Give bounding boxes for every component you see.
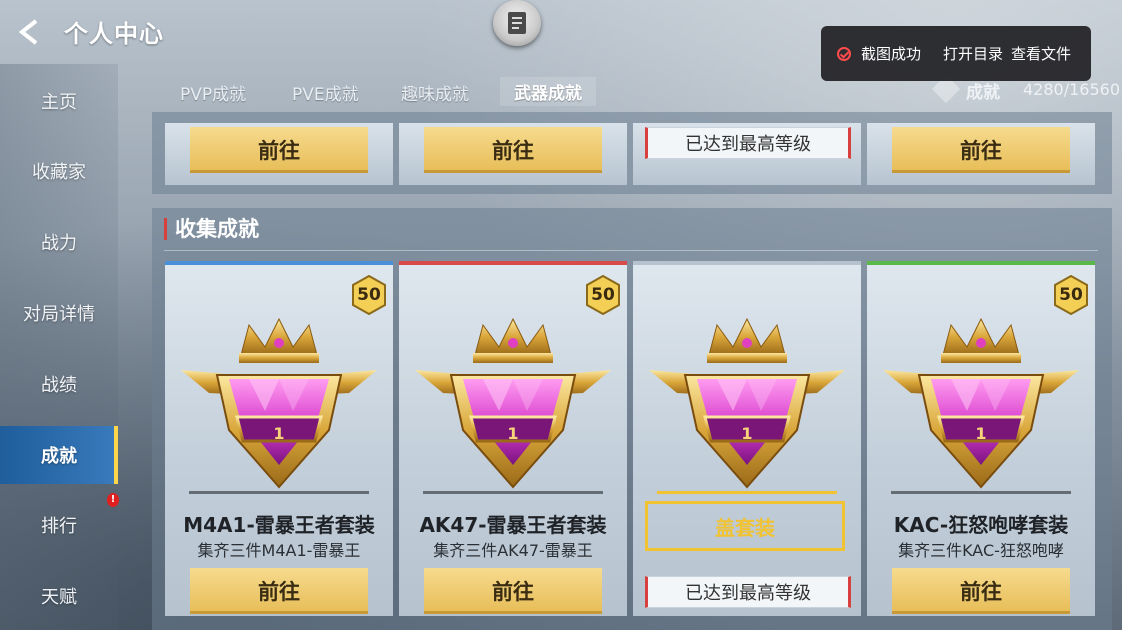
go-button[interactable]: 前往 [190, 568, 368, 614]
top-card: 前往 [165, 123, 393, 185]
alert-badge-icon: ! [107, 493, 119, 507]
card-divider [891, 491, 1071, 494]
view-file-link[interactable]: 查看文件 [1011, 43, 1071, 64]
top-card: 前往 [867, 123, 1095, 185]
top-card: 已达到最高等级 [633, 123, 861, 185]
emblem-level: 1 [975, 424, 987, 443]
notes-icon[interactable] [493, 0, 541, 46]
set-button[interactable]: 盖套装 [645, 501, 845, 551]
tab-weapon[interactable]: 武器成就 [500, 77, 596, 106]
section-divider [164, 250, 1098, 251]
toast-message: 截图成功 [861, 45, 922, 63]
tab-fun[interactable]: 趣味成就 [401, 80, 469, 105]
card-divider [423, 491, 603, 494]
card-description: 集齐三件M4A1-雷暴王 [197, 541, 361, 560]
points-value: 50 [357, 285, 381, 305]
points-badge: 50 [1053, 274, 1089, 316]
emblem-level: 1 [273, 424, 285, 443]
sidebar-item-collector[interactable]: 收藏家 [0, 142, 118, 200]
go-button[interactable]: 前往 [190, 127, 368, 173]
section-title: 收集成就 [164, 218, 259, 240]
emblem-level: 1 [507, 424, 519, 443]
card-description: 集齐三件AK47-雷暴王 [433, 541, 593, 560]
go-button[interactable]: 前往 [424, 127, 602, 173]
achievement-card: 50 1 M4A1-雷暴王者套装集齐三件M4A1-雷暴王前往 [165, 261, 393, 616]
achievement-card: 50 1 AK47-雷暴王者套装集齐三件AK47-雷暴王前往 [399, 261, 627, 616]
tab-pvp[interactable]: PVP成就 [180, 80, 246, 105]
max-level-label: 已达到最高等级 [645, 576, 851, 608]
rank-emblem-icon [647, 315, 847, 495]
rank-emblem-icon [881, 315, 1081, 495]
achievement-label: 成就 [966, 83, 1000, 103]
back-arrow-icon[interactable] [16, 18, 42, 46]
rank-emblem-icon [413, 315, 613, 495]
card-divider [189, 491, 369, 494]
sidebar-item-record[interactable]: 战绩 [0, 355, 118, 413]
success-check-icon [837, 46, 851, 61]
achievement-card: 50 1 KAC-狂怒咆哮套装集齐三件KAC-狂怒咆哮前往 [867, 261, 1095, 616]
achievement-count: 4280/16560 [1023, 80, 1121, 99]
page-title: 个人中心 [64, 20, 164, 48]
top-card: 前往 [399, 123, 627, 185]
rank-emblem-icon [179, 315, 379, 495]
sidebar-item-ranking[interactable]: 排行 [0, 496, 118, 554]
card-name: AK47-雷暴王者套装 [419, 513, 607, 537]
emblem-level: 1 [741, 424, 753, 443]
points-badge: 50 [585, 274, 621, 316]
sidebar-item-achievement[interactable]: 成就 [0, 426, 118, 484]
tab-pve[interactable]: PVE成就 [292, 80, 359, 105]
go-button[interactable]: 前往 [892, 568, 1070, 614]
points-value: 50 [1059, 285, 1083, 305]
card-description: 集齐三件KAC-狂怒咆哮 [898, 541, 1064, 560]
open-directory-link[interactable]: 打开目录 [943, 43, 1003, 64]
points-value: 50 [591, 285, 615, 305]
notes-glyph-icon [508, 12, 526, 34]
sidebar-item-talent[interactable]: 天赋 [0, 567, 118, 625]
sidebar-item-match-details[interactable]: 对局详情 [0, 284, 118, 342]
go-button[interactable]: 前往 [892, 127, 1070, 173]
sidebar-item-power[interactable]: 战力 [0, 213, 118, 271]
set-divider [657, 491, 837, 494]
sidebar-item-home[interactable]: 主页 [0, 72, 118, 130]
card-name: KAC-狂怒咆哮套装 [893, 513, 1069, 537]
go-button[interactable]: 前往 [424, 568, 602, 614]
card-name: M4A1-雷暴王者套装 [183, 513, 375, 537]
screenshot-toast: 截图成功 打开目录 查看文件 [821, 26, 1091, 81]
points-badge: 50 [351, 274, 387, 316]
achievement-card: 1 盖套装已达到最高等级 [633, 261, 861, 616]
max-level-label: 已达到最高等级 [645, 127, 851, 159]
